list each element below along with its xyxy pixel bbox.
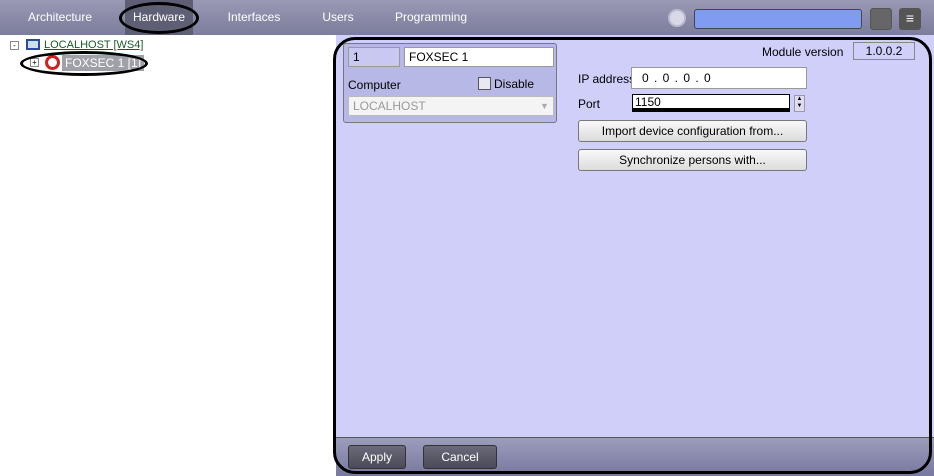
hardware-tree: - LOCALHOST [WS4] + FOXSEC 1 [1] — [0, 35, 336, 476]
tree-item-localhost[interactable]: LOCALHOST [WS4] — [44, 39, 143, 51]
layout-grid-icon[interactable] — [870, 8, 892, 30]
menu-icon[interactable]: ≡ — [899, 8, 921, 30]
highlight-annotation — [119, 2, 199, 34]
search-input[interactable] — [694, 9, 862, 29]
hex-logo-icon[interactable] — [668, 9, 686, 27]
tab-architecture[interactable]: Architecture — [20, 0, 100, 35]
tab-users[interactable]: Users — [316, 0, 360, 35]
computer-icon — [26, 39, 40, 50]
highlight-annotation — [333, 37, 932, 474]
highlight-annotation — [20, 51, 148, 76]
tab-programming[interactable]: Programming — [390, 0, 472, 35]
tab-interfaces[interactable]: Interfaces — [218, 0, 290, 35]
collapse-icon[interactable]: - — [10, 41, 19, 50]
